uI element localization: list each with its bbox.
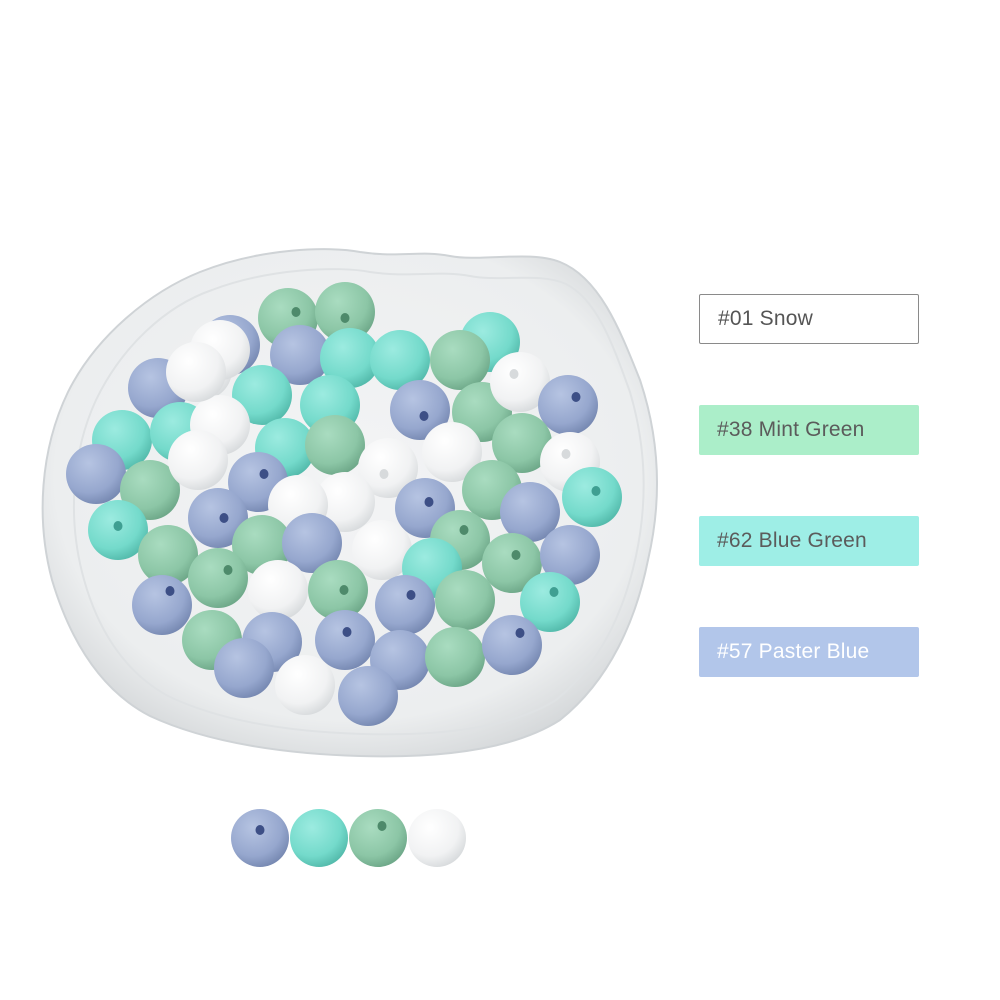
bead-snow	[408, 809, 466, 867]
bead-blue-green	[562, 467, 622, 527]
bead-snow	[168, 430, 228, 490]
bead-mint-green	[349, 809, 407, 867]
bead-mint-green	[425, 627, 485, 687]
bead-snow	[248, 560, 308, 620]
bead-mint-green	[430, 330, 490, 390]
bead-mint-green	[435, 570, 495, 630]
swatch-snow-label: #01 Snow	[718, 307, 814, 330]
bead-snow	[275, 655, 335, 715]
swatch-paster-blue-label: #57 Paster Blue	[717, 640, 870, 663]
bead-snow	[166, 342, 226, 402]
bead-paster-blue	[66, 444, 126, 504]
product-photo	[41, 248, 659, 867]
bead-paster-blue	[214, 638, 274, 698]
swatch-paster-blue: #57 Paster Blue	[699, 627, 919, 677]
bead-paster-blue	[132, 575, 192, 635]
bead-mint-green	[305, 415, 365, 475]
bead-paster-blue	[482, 615, 542, 675]
bead-paster-blue	[315, 610, 375, 670]
bead-paster-blue	[231, 809, 289, 867]
swatch-blue-green: #62 Blue Green	[699, 516, 919, 566]
sample-bead-row	[231, 809, 466, 867]
bead-paster-blue	[375, 575, 435, 635]
bead-paster-blue	[338, 666, 398, 726]
swatch-mint-green-label: #38 Mint Green	[717, 418, 865, 441]
swatch-blue-green-label: #62 Blue Green	[717, 529, 867, 552]
bead-paster-blue	[538, 375, 598, 435]
swatch-mint-green: #38 Mint Green	[699, 405, 919, 455]
swatch-snow: #01 Snow	[699, 294, 919, 344]
bead-mint-green	[188, 548, 248, 608]
bead-blue-green	[290, 809, 348, 867]
